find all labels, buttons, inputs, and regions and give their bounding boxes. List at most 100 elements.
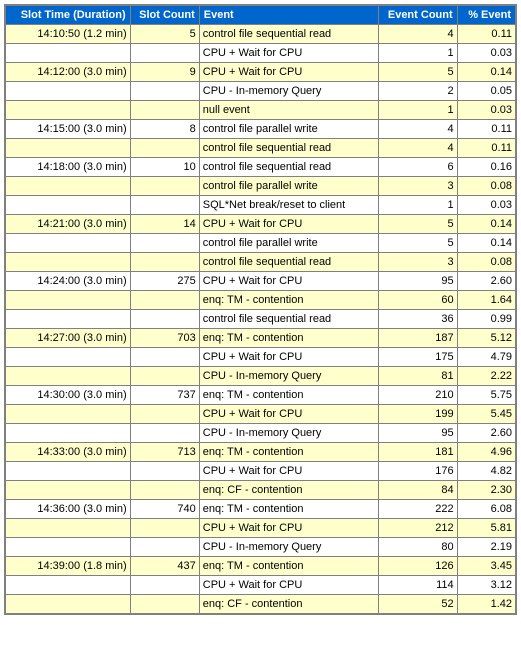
table-row: control file parallel write50.14 xyxy=(5,234,516,253)
event-count-cell: 84 xyxy=(378,481,457,500)
slot-time-cell: 14:27:00 (3.0 min) xyxy=(5,329,130,348)
header-row: Slot Time (Duration) Slot Count Event Ev… xyxy=(5,5,516,25)
event-cell: CPU + Wait for CPU xyxy=(199,519,378,538)
event-count-cell: 212 xyxy=(378,519,457,538)
table-row: enq: TM - contention601.64 xyxy=(5,291,516,310)
slot-count-cell: 740 xyxy=(130,500,199,519)
pct-event-cell: 3.45 xyxy=(457,557,516,576)
table-row: control file sequential read40.11 xyxy=(5,139,516,158)
slot-count-cell xyxy=(130,253,199,272)
table-row: CPU + Wait for CPU1764.82 xyxy=(5,462,516,481)
slot-time-cell xyxy=(5,595,130,615)
event-cell: control file parallel write xyxy=(199,177,378,196)
event-count-cell: 1 xyxy=(378,101,457,120)
slot-count-cell: 713 xyxy=(130,443,199,462)
pct-event-cell: 5.45 xyxy=(457,405,516,424)
slot-count-cell xyxy=(130,519,199,538)
event-count-cell: 5 xyxy=(378,215,457,234)
slot-time-cell xyxy=(5,405,130,424)
event-count-cell: 210 xyxy=(378,386,457,405)
event-cell: control file parallel write xyxy=(199,234,378,253)
slot-count-cell: 8 xyxy=(130,120,199,139)
event-cell: CPU + Wait for CPU xyxy=(199,462,378,481)
event-count-cell: 181 xyxy=(378,443,457,462)
table-row: 14:36:00 (3.0 min)740enq: TM - contentio… xyxy=(5,500,516,519)
event-count-cell: 1 xyxy=(378,196,457,215)
header-event-count: Event Count xyxy=(378,5,457,25)
table-row: CPU + Wait for CPU1143.12 xyxy=(5,576,516,595)
slot-time-cell: 14:30:00 (3.0 min) xyxy=(5,386,130,405)
event-cell: CPU + Wait for CPU xyxy=(199,44,378,63)
event-count-cell: 81 xyxy=(378,367,457,386)
slot-count-cell: 9 xyxy=(130,63,199,82)
event-cell: control file sequential read xyxy=(199,139,378,158)
table-row: CPU - In-memory Query952.60 xyxy=(5,424,516,443)
slot-count-cell xyxy=(130,367,199,386)
slot-time-cell xyxy=(5,101,130,120)
pct-event-cell: 1.64 xyxy=(457,291,516,310)
table-row: 14:15:00 (3.0 min)8control file parallel… xyxy=(5,120,516,139)
event-cell: SQL*Net break/reset to client xyxy=(199,196,378,215)
slot-count-cell xyxy=(130,462,199,481)
slot-time-cell: 14:33:00 (3.0 min) xyxy=(5,443,130,462)
event-cell: enq: CF - contention xyxy=(199,481,378,500)
event-cell: control file parallel write xyxy=(199,120,378,139)
slot-count-cell: 703 xyxy=(130,329,199,348)
table-row: CPU - In-memory Query812.22 xyxy=(5,367,516,386)
table-row: CPU - In-memory Query802.19 xyxy=(5,538,516,557)
slot-time-cell xyxy=(5,424,130,443)
slot-time-cell xyxy=(5,481,130,500)
slot-time-cell xyxy=(5,462,130,481)
event-count-cell: 2 xyxy=(378,82,457,101)
table-row: CPU + Wait for CPU1995.45 xyxy=(5,405,516,424)
slot-count-cell xyxy=(130,177,199,196)
pct-event-cell: 4.82 xyxy=(457,462,516,481)
table-row: control file sequential read30.08 xyxy=(5,253,516,272)
event-slot-table: Slot Time (Duration) Slot Count Event Ev… xyxy=(4,4,517,615)
slot-time-cell xyxy=(5,348,130,367)
slot-time-cell xyxy=(5,291,130,310)
event-count-cell: 6 xyxy=(378,158,457,177)
table-row: 14:30:00 (3.0 min)737enq: TM - contentio… xyxy=(5,386,516,405)
slot-time-cell xyxy=(5,310,130,329)
table-row: enq: CF - contention842.30 xyxy=(5,481,516,500)
table-row: enq: CF - contention521.42 xyxy=(5,595,516,615)
slot-time-cell: 14:18:00 (3.0 min) xyxy=(5,158,130,177)
pct-event-cell: 0.03 xyxy=(457,196,516,215)
slot-time-cell xyxy=(5,234,130,253)
pct-event-cell: 4.79 xyxy=(457,348,516,367)
event-cell: enq: TM - contention xyxy=(199,386,378,405)
slot-time-cell xyxy=(5,253,130,272)
table-row: CPU + Wait for CPU10.03 xyxy=(5,44,516,63)
event-count-cell: 4 xyxy=(378,120,457,139)
event-cell: CPU + Wait for CPU xyxy=(199,348,378,367)
event-cell: control file sequential read xyxy=(199,25,378,44)
pct-event-cell: 0.14 xyxy=(457,63,516,82)
slot-time-cell xyxy=(5,538,130,557)
event-cell: enq: TM - contention xyxy=(199,500,378,519)
event-count-cell: 187 xyxy=(378,329,457,348)
pct-event-cell: 0.08 xyxy=(457,253,516,272)
table-row: CPU + Wait for CPU1754.79 xyxy=(5,348,516,367)
table-row: 14:21:00 (3.0 min)14CPU + Wait for CPU50… xyxy=(5,215,516,234)
pct-event-cell: 2.60 xyxy=(457,272,516,291)
event-cell: control file sequential read xyxy=(199,158,378,177)
event-cell: CPU + Wait for CPU xyxy=(199,215,378,234)
slot-count-cell: 275 xyxy=(130,272,199,291)
event-cell: CPU + Wait for CPU xyxy=(199,63,378,82)
event-cell: CPU - In-memory Query xyxy=(199,367,378,386)
slot-count-cell xyxy=(130,576,199,595)
event-count-cell: 95 xyxy=(378,272,457,291)
slot-count-cell xyxy=(130,310,199,329)
slot-count-cell xyxy=(130,595,199,615)
slot-time-cell xyxy=(5,367,130,386)
event-count-cell: 5 xyxy=(378,234,457,253)
event-cell: CPU + Wait for CPU xyxy=(199,405,378,424)
event-cell: CPU + Wait for CPU xyxy=(199,272,378,291)
table-row: 14:39:00 (1.8 min)437enq: TM - contentio… xyxy=(5,557,516,576)
pct-event-cell: 1.42 xyxy=(457,595,516,615)
slot-count-cell xyxy=(130,481,199,500)
slot-count-cell xyxy=(130,405,199,424)
header-slot-time: Slot Time (Duration) xyxy=(5,5,130,25)
table-row: control file sequential read360.99 xyxy=(5,310,516,329)
